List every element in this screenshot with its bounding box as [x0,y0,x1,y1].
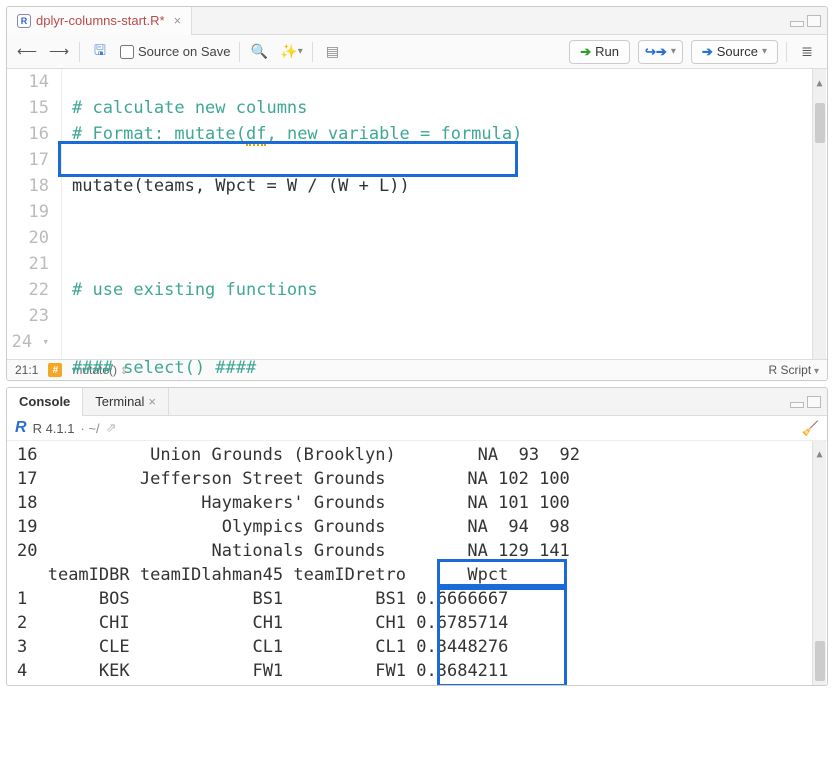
pane-window-controls [790,15,821,27]
fold-icon[interactable]: ▾ [42,335,49,348]
source-label: Source [717,44,758,59]
r-version: R 4.1.1 [33,421,75,436]
editor-toolbar: ⟵ ⟶ 🖫 Source on Save 🔍 ✨ ▤ ➔ Run ↪➔ ➔ So… [7,35,827,69]
code-line-17: mutate(teams, Wpct = W / (W + L)) [72,176,410,196]
console-row: 3 CLE CL1 CL1 0.3448276 [17,637,508,657]
source-editor-pane: R dplyr-columns-start.R* × ⟵ ⟶ 🖫 Source … [6,6,828,381]
editor-highlight-box [58,141,518,177]
magic-wand-button[interactable]: ✨ [280,40,304,64]
minimize-pane-button[interactable] [790,21,804,27]
pane-window-controls [790,396,821,408]
source-on-save-checkbox[interactable]: Source on Save [120,44,231,59]
editor-tab[interactable]: R dplyr-columns-start.R* × [7,7,192,35]
cursor-position: 21:1 [15,363,38,377]
console-row: 19 Olympics Grounds NA 94 98 [17,517,570,537]
save-button[interactable]: 🖫 [88,40,112,64]
close-icon[interactable]: × [174,13,182,28]
scroll-thumb[interactable] [815,103,825,143]
editor-tab-bar: R dplyr-columns-start.R* × [7,7,827,35]
code-area[interactable]: # calculate new columns # Format: mutate… [62,69,827,359]
line-gutter: 14 15 16 17 18 19 20 21 22 23 24 ▾ [7,69,62,359]
run-label: Run [595,44,619,59]
code-line-21: # use existing functions [72,280,318,300]
console-pane: Console Terminal× R R 4.1.1 · ~/ ⇗ 🧹 16 … [6,387,828,686]
tab-console[interactable]: Console [7,388,83,416]
editor-scrollbar[interactable]: ▲ [812,69,826,359]
console-row: 16 Union Grounds (Brooklyn) NA 93 92 [17,445,580,465]
console-header: R R 4.1.1 · ~/ ⇗ 🧹 [7,416,827,441]
source-button[interactable]: ➔ Source [691,40,778,64]
r-file-icon: R [17,14,31,28]
scroll-thumb[interactable] [815,641,825,681]
maximize-pane-button[interactable] [807,15,821,27]
code-line-24: #### select() #### [72,358,256,378]
console-header-row: teamIDBR teamIDlahman45 teamIDretro Wpct [17,565,508,585]
console-row: 20 Nationals Grounds NA 129 141 [17,541,570,561]
run-button[interactable]: ➔ Run [569,40,630,64]
console-scrollbar[interactable]: ▲ [812,441,826,685]
outline-toggle-button[interactable]: ≣ [795,40,819,64]
clear-console-button[interactable]: 🧹 [802,420,819,437]
language-selector[interactable]: R Script [769,363,820,377]
maximize-pane-button[interactable] [807,396,821,408]
console-row: 18 Haymakers' Grounds NA 101 100 [17,493,570,513]
close-icon[interactable]: × [148,394,156,409]
code-line-14: # calculate new columns [72,98,307,118]
outline-button[interactable]: ▤ [321,40,345,64]
console-output[interactable]: 16 Union Grounds (Brooklyn) NA 93 92 17 … [7,441,827,685]
find-button[interactable]: 🔍 [248,40,272,64]
tab-terminal[interactable]: Terminal× [83,388,169,416]
run-arrow-icon: ➔ [580,44,591,60]
console-row: 1 BOS BS1 BS1 0.6666667 [17,589,508,609]
console-tab-bar: Console Terminal× [7,388,827,416]
scroll-up-icon[interactable]: ▲ [816,441,822,469]
source-on-save-label: Source on Save [138,44,231,59]
working-dir: · ~/ [80,421,99,436]
source-on-save-input[interactable] [120,45,134,59]
file-name: dplyr-columns-start.R* [36,13,165,28]
scope-badge-icon: # [48,363,62,377]
back-button[interactable]: ⟵ [15,40,39,64]
minimize-pane-button[interactable] [790,402,804,408]
rerun-button[interactable]: ↪➔ [638,40,683,64]
r-logo-icon: R [15,419,27,437]
source-arrow-icon: ➔ [702,44,713,60]
rerun-icon: ↪➔ [645,44,667,60]
console-row: 4 KEK FW1 FW1 0.3684211 [17,661,508,681]
share-icon[interactable]: ⇗ [106,420,117,436]
scroll-up-icon[interactable]: ▲ [816,69,822,99]
console-row: 17 Jefferson Street Grounds NA 102 100 [17,469,570,489]
forward-button[interactable]: ⟶ [47,40,71,64]
console-row: 2 CHI CH1 CH1 0.6785714 [17,613,508,633]
code-editor[interactable]: 14 15 16 17 18 19 20 21 22 23 24 ▾ # cal… [7,69,827,359]
